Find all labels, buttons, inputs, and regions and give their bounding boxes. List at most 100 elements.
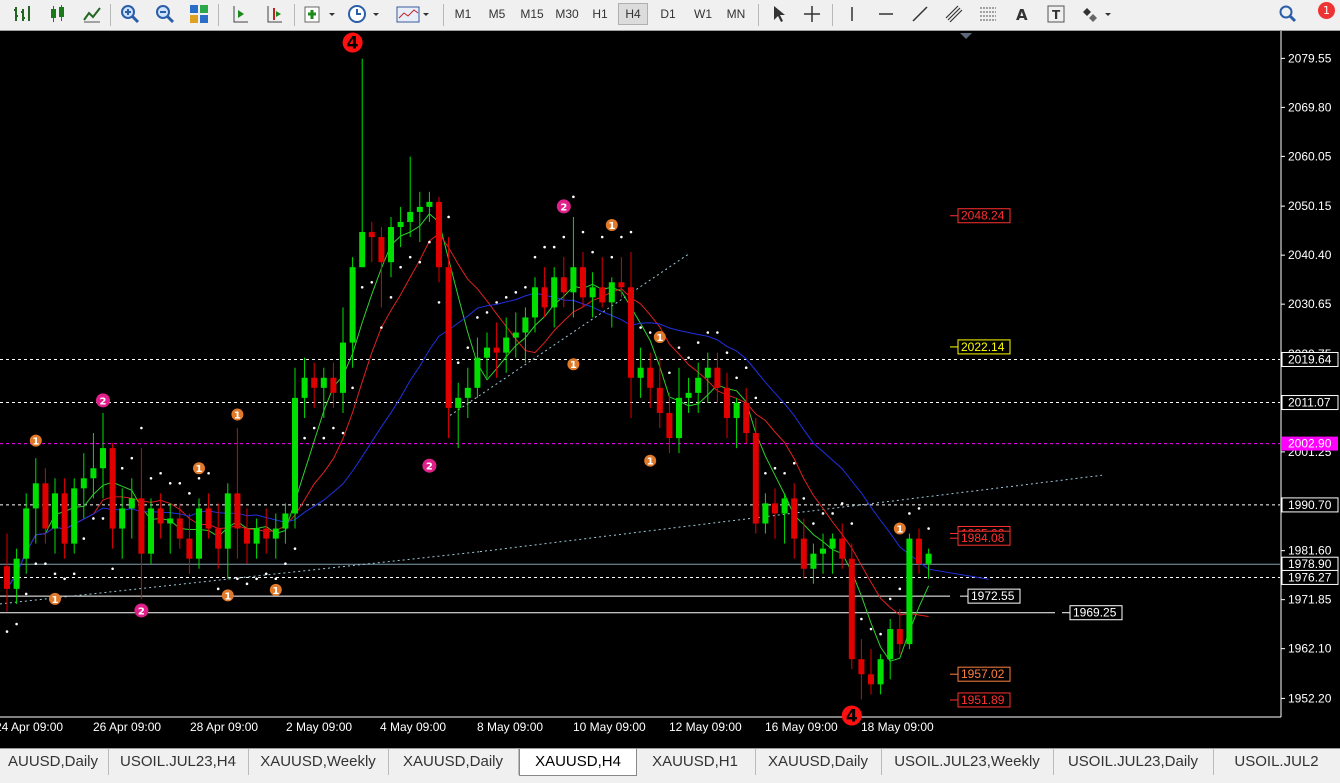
sar-dot (303, 436, 306, 440)
zoom-out-icon[interactable] (153, 3, 177, 25)
tile-windows-icon[interactable] (187, 3, 211, 25)
candle-body (397, 221, 404, 227)
price-tag-label: 2048.24 (961, 209, 1005, 223)
chart-tab[interactable]: USOIL.JUL23,H4 (108, 749, 249, 775)
candle-body (301, 377, 308, 398)
timeframe-m15[interactable]: M15 (516, 3, 548, 25)
wave-marker-label: 1 (647, 457, 654, 468)
chart-tab[interactable]: USOIL.JUL23,Weekly (881, 749, 1054, 775)
timeframe-h4[interactable]: H4 (618, 3, 648, 25)
text-label-icon[interactable]: T (1044, 3, 1068, 25)
zoom-in-icon[interactable] (118, 3, 142, 25)
candle-body (704, 367, 711, 378)
text-icon[interactable]: A (1010, 3, 1034, 25)
sar-dot (284, 562, 287, 566)
date-tick-label: 24 Apr 09:00 (0, 720, 63, 734)
cursor-icon[interactable] (766, 3, 790, 25)
candle-body (848, 558, 855, 660)
price-chart[interactable]: 4 2 2 2 2 1 1 1 1 1 1 1 1 1 1 1 4 2079.55 2069.80 2060.05 20… (0, 31, 1340, 748)
candle-body (618, 282, 625, 288)
candle-body (407, 211, 414, 222)
sar-dot (581, 230, 585, 234)
wave-marker[interactable]: 2 (134, 603, 149, 618)
date-tick-label: 10 May 09:00 (573, 720, 646, 734)
sar-dot (24, 592, 28, 596)
chart-tab[interactable]: USOIL.JUL2 (1213, 749, 1340, 775)
sar-dot (706, 331, 710, 334)
indicators-icon[interactable] (302, 3, 338, 25)
timeframe-w1[interactable]: W1 (689, 3, 717, 25)
wave-marker[interactable]: 2 (556, 199, 571, 214)
timeframe-mn[interactable]: MN (721, 3, 751, 25)
sar-dot (293, 547, 297, 550)
price-tag-label: 1951.89 (961, 693, 1005, 707)
sar-dot (821, 512, 825, 515)
candlestick-icon[interactable] (46, 3, 70, 25)
trendline-icon[interactable] (908, 3, 932, 25)
candle-body (148, 508, 154, 554)
wave-marker-label: 2 (100, 396, 107, 407)
timeframe-m1[interactable]: M1 (450, 3, 476, 25)
horizontal-line-icon[interactable] (874, 3, 898, 25)
chart-tab[interactable]: AUUSD,Daily (0, 749, 109, 775)
shapes-icon[interactable] (1078, 3, 1114, 25)
search-icon[interactable] (1276, 3, 1300, 25)
candle-body (282, 513, 289, 529)
candle-body (109, 448, 116, 529)
sar-dot (34, 562, 38, 566)
candle-body (493, 347, 500, 353)
candle-body (839, 538, 846, 559)
sar-dot (744, 366, 748, 370)
timeframe-d1[interactable]: D1 (655, 3, 681, 25)
date-tick-label: 28 Apr 09:00 (190, 720, 258, 734)
sar-dot (447, 215, 450, 219)
sar-dot (648, 331, 652, 334)
candle-body (810, 553, 817, 569)
svg-text:T: T (1052, 8, 1061, 22)
sar-dot (466, 346, 470, 349)
sar-dot (255, 577, 258, 581)
chart-tab[interactable]: XAUUSD,H1 (635, 749, 756, 775)
chart-tab[interactable]: USOIL.JUL23,Daily (1053, 749, 1214, 775)
candle-body (330, 377, 337, 393)
sar-dot (543, 245, 546, 249)
sar-dot (677, 346, 681, 349)
sar-dot (63, 577, 66, 581)
sar-dot (917, 507, 921, 510)
sar-dot (696, 341, 700, 344)
wave-marker[interactable]: 2 (96, 393, 110, 408)
chart-tab[interactable]: XAUUSD,Daily (755, 749, 882, 775)
wave-marker[interactable]: 2 (422, 458, 437, 473)
price-tag-label: 1957.02 (961, 667, 1005, 681)
chart-tab[interactable]: XAUUSD,Weekly (248, 749, 389, 775)
vertical-line-icon[interactable] (840, 3, 864, 25)
sar-dot (159, 471, 162, 475)
templates-icon[interactable] (394, 3, 432, 25)
price-tick-label: 1952.20 (1288, 691, 1332, 705)
timeframe-m5[interactable]: M5 (483, 3, 511, 25)
candle-body (426, 201, 433, 207)
bar-chart-icon[interactable] (10, 3, 34, 25)
sar-dot (552, 245, 556, 249)
candle-body (724, 387, 730, 418)
sar-dot (725, 351, 729, 354)
fibonacci-icon[interactable] (976, 3, 1000, 25)
timeframe-h1[interactable]: H1 (588, 3, 612, 25)
chart-tab[interactable]: XAUUSD,Daily (388, 749, 519, 775)
chart-tab[interactable]: XAUUSD,H4 (519, 749, 637, 776)
chart-tab-bar: AUUSD,Daily USOIL.JUL23,H4 XAUUSD,Weekly XA… (0, 748, 1340, 783)
chart-shift-icon[interactable] (262, 3, 286, 25)
crosshair-icon[interactable] (800, 3, 824, 25)
notification-badge[interactable]: 1 (1318, 2, 1335, 19)
sar-dot (341, 431, 345, 435)
line-chart-icon[interactable] (80, 3, 104, 25)
periods-clock-icon[interactable] (346, 3, 382, 25)
timeframe-m30[interactable]: M30 (551, 3, 583, 25)
candle-body (176, 518, 183, 539)
wave-marker-label: 4 (347, 34, 359, 54)
price-tag-label: 1969.25 (1073, 606, 1117, 620)
auto-scroll-icon[interactable] (228, 3, 252, 25)
candle-body (800, 538, 807, 569)
equidistant-channel-icon[interactable] (942, 3, 966, 25)
candle-body (253, 528, 260, 544)
